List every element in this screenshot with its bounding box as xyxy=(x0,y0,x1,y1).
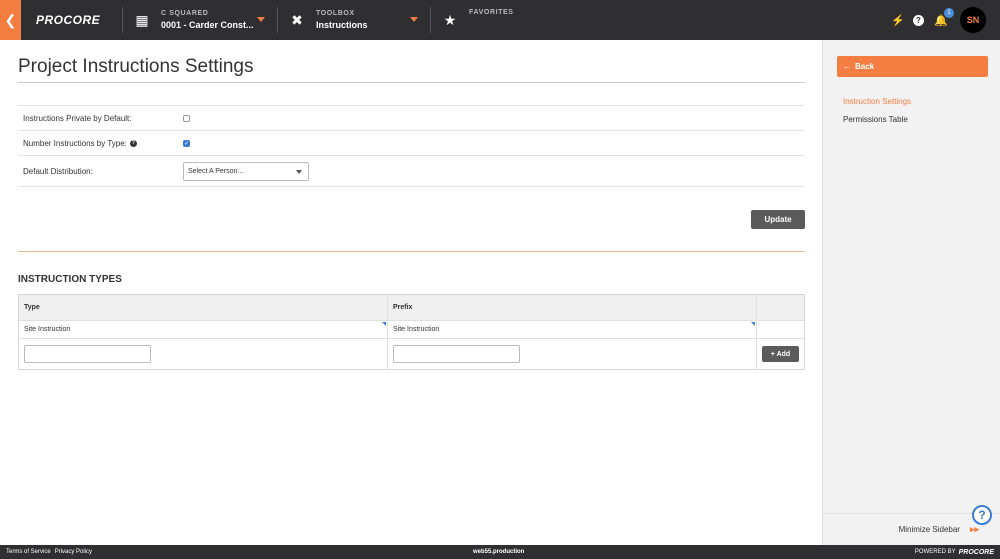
update-button[interactable]: Update xyxy=(751,210,805,229)
bell-icon[interactable]: 🔔 1 xyxy=(934,7,954,27)
back-button[interactable]: ← Back xyxy=(837,56,988,77)
column-header-type: Type xyxy=(19,295,388,320)
nav-divider xyxy=(430,7,431,33)
title-divider xyxy=(18,82,805,83)
favorites-eyebrow: FAVORITES xyxy=(469,9,514,16)
column-header-actions xyxy=(757,295,804,320)
notification-badge: 1 xyxy=(944,7,954,18)
company-eyebrow: C SQUARED xyxy=(161,10,209,17)
tools-icon: ✖ xyxy=(291,11,303,28)
editable-corner-icon xyxy=(382,322,386,326)
chevron-left-icon[interactable]: ❮ xyxy=(0,0,21,40)
setting-label: Default Distribution: xyxy=(23,166,93,176)
building-icon: ▦ xyxy=(135,11,149,28)
table-row: Site Instruction Site Instruction xyxy=(19,321,804,339)
default-distribution-select[interactable]: Select A Person... xyxy=(183,161,309,181)
fast-forward-icon: ▸▸ xyxy=(969,524,979,534)
nav-divider xyxy=(122,7,123,33)
setting-label-with-help: Number Instructions by Type: ? xyxy=(18,139,178,148)
setting-private-default: Instructions Private by Default: xyxy=(18,105,805,130)
prefix-cell[interactable]: Site Instruction xyxy=(388,321,757,338)
column-header-prefix: Prefix xyxy=(388,295,757,320)
powered-by-label: POWERED BY xyxy=(914,549,956,555)
main-content: Project Instructions Settings Instructio… xyxy=(0,40,822,545)
new-prefix-cell xyxy=(388,339,757,369)
terms-link[interactable]: Terms of Service xyxy=(6,549,51,555)
tool-eyebrow: TOOLBOX xyxy=(316,10,355,17)
instruction-types-table: Type Prefix Site Instruction Site Instru… xyxy=(18,294,805,370)
actions-cell xyxy=(757,321,804,338)
help-icon[interactable]: ? xyxy=(913,14,924,26)
table-header-row: Type Prefix xyxy=(19,295,804,321)
privacy-link[interactable]: Privacy Policy xyxy=(55,549,92,555)
top-nav-bar: ❮ PROCORE ▦ C SQUARED 0001 - Carder Cons… xyxy=(0,0,1000,40)
company-value: 0001 - Carder Const... xyxy=(161,20,254,30)
type-cell[interactable]: Site Instruction xyxy=(19,321,388,338)
back-label: Back xyxy=(855,62,875,71)
add-cell: + Add xyxy=(757,339,804,369)
plug-icon[interactable]: ⚡ xyxy=(891,14,905,27)
top-right-tools: ⚡ ? 🔔 1 SN xyxy=(891,0,986,40)
setting-default-distribution: Default Distribution: Select A Person... xyxy=(18,155,805,187)
tool-value: Instructions xyxy=(316,20,368,30)
avatar[interactable]: SN xyxy=(960,7,986,33)
right-sidebar: ← Back Instruction Settings Permissions … xyxy=(822,40,1000,545)
company-selector[interactable]: ▦ C SQUARED 0001 - Carder Const... xyxy=(131,0,269,40)
tool-selector[interactable]: ✖ TOOLBOX Instructions xyxy=(286,0,422,40)
setting-label: Number Instructions by Type: xyxy=(23,138,127,148)
page-footer: Terms of Service Privacy Policy web55.pr… xyxy=(0,545,1000,559)
chevron-down-icon xyxy=(410,17,418,22)
procore-logo[interactable]: PROCORE xyxy=(36,13,114,27)
sidebar-link-permissions-table[interactable]: Permissions Table xyxy=(843,115,908,124)
favorites-menu[interactable]: ★ FAVORITES xyxy=(439,0,529,40)
setting-number-by-type: Number Instructions by Type: ? ✓ xyxy=(18,130,805,155)
new-prefix-input[interactable] xyxy=(393,345,520,363)
editable-corner-icon xyxy=(751,322,755,326)
page-title: Project Instructions Settings xyxy=(18,56,254,77)
new-type-cell xyxy=(19,339,388,369)
number-by-type-checkbox[interactable]: ✓ xyxy=(183,139,190,147)
nav-divider xyxy=(277,7,278,33)
instruction-types-title: INSTRUCTION TYPES xyxy=(18,274,122,285)
type-value: Site Instruction xyxy=(24,326,71,333)
new-type-input[interactable] xyxy=(24,345,151,363)
select-placeholder: Select A Person... xyxy=(188,167,244,175)
new-type-row: + Add xyxy=(19,339,804,369)
star-icon: ★ xyxy=(443,12,457,28)
minimize-sidebar-label: Minimize Sidebar xyxy=(898,525,960,534)
chevron-down-icon xyxy=(296,169,302,174)
chevron-down-icon xyxy=(257,17,265,22)
private-default-checkbox[interactable] xyxy=(183,114,190,122)
sidebar-link-instruction-settings[interactable]: Instruction Settings xyxy=(843,97,911,106)
procore-footer-logo: PROCORE xyxy=(958,548,994,556)
section-divider xyxy=(18,251,805,252)
arrow-left-icon: ← xyxy=(843,62,851,71)
server-label: web55.production xyxy=(473,549,525,555)
prefix-value: Site Instruction xyxy=(393,326,440,333)
floating-help-icon[interactable]: ? xyxy=(972,505,992,525)
add-type-button[interactable]: + Add xyxy=(762,346,799,362)
setting-label: Instructions Private by Default: xyxy=(23,113,132,123)
help-icon[interactable]: ? xyxy=(129,139,137,147)
